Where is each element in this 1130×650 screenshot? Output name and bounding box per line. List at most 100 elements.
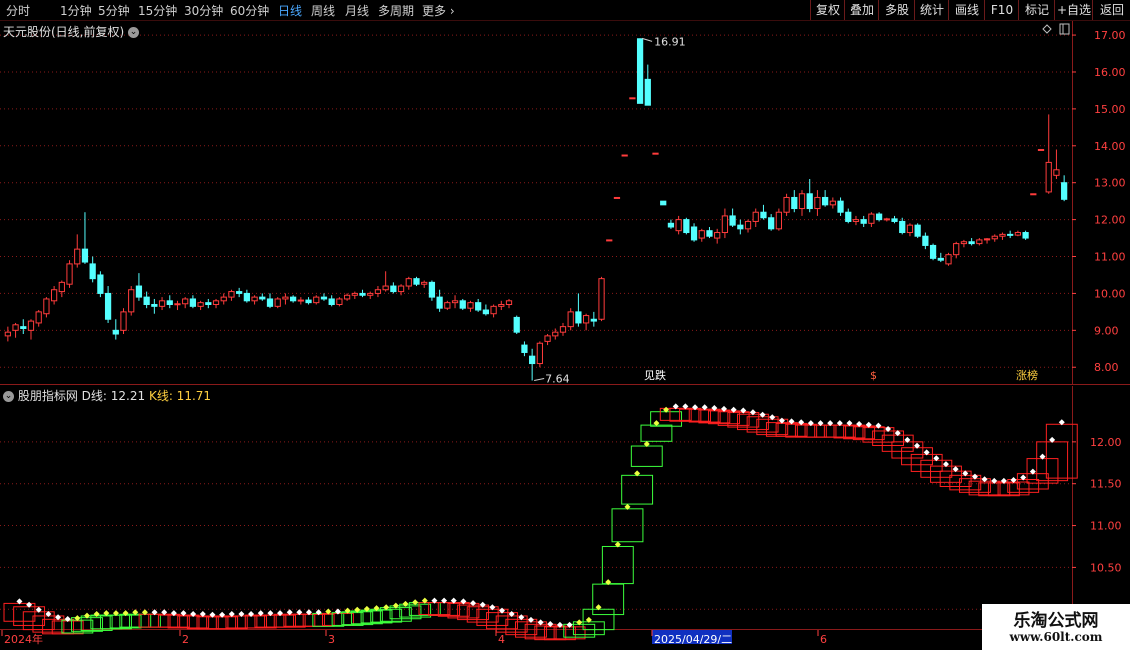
indicator-box	[312, 612, 345, 627]
candle-body	[436, 296, 443, 309]
candle-body	[983, 238, 991, 241]
candle	[390, 282, 397, 294]
candle	[251, 295, 258, 305]
candle	[860, 215, 867, 227]
candle	[590, 311, 597, 327]
candle-body	[305, 299, 312, 304]
candle	[128, 286, 135, 316]
candle	[883, 217, 890, 222]
candle	[151, 298, 158, 314]
candle	[259, 293, 266, 301]
candle	[683, 217, 690, 235]
candle-body	[752, 211, 759, 222]
candle	[228, 289, 235, 301]
indicator-box	[881, 434, 914, 452]
candle	[182, 297, 189, 309]
candle-body	[806, 193, 813, 210]
period-tab-5min[interactable]: 5分钟	[98, 2, 130, 19]
candle	[436, 289, 443, 312]
price-tick-label: 16.00	[1094, 66, 1126, 79]
candle-body	[791, 196, 798, 210]
period-tab-daily[interactable]: 日线	[278, 2, 302, 19]
period-tab-1min[interactable]: 1分钟	[60, 2, 92, 19]
price-tick-label: 17.00	[1094, 29, 1126, 42]
candle-body	[683, 219, 690, 234]
period-tab-60min[interactable]: 60分钟	[230, 2, 269, 19]
indicator-box	[640, 424, 673, 442]
candle	[97, 271, 104, 298]
diamond-icon[interactable]	[1042, 24, 1052, 34]
button-f10[interactable]: F10	[984, 0, 1019, 20]
indicator-box	[119, 613, 152, 628]
candle-body	[359, 292, 366, 296]
candle	[1014, 230, 1022, 237]
candle-body	[274, 298, 281, 307]
candle	[629, 97, 636, 100]
candle-body	[513, 316, 520, 333]
panel-menu-icon[interactable]	[1059, 23, 1070, 35]
indicator-chart[interactable]: 12.0011.5011.0010.5010.00 2024年2342025/0…	[0, 386, 1130, 650]
period-toolbar: 分时 1分钟 5分钟 15分钟 30分钟 60分钟 日线 周线 月线 多周期 更…	[0, 0, 1130, 21]
event-label-dollar[interactable]: $	[870, 369, 877, 382]
period-tab-30min[interactable]: 30分钟	[184, 2, 223, 19]
candle	[451, 295, 459, 309]
candle-body	[89, 263, 96, 280]
price-tick-label: 12.00	[1094, 214, 1126, 227]
button-overlay[interactable]: 叠加	[844, 0, 879, 20]
candle-body	[328, 298, 335, 305]
candle-body	[698, 230, 705, 239]
price-chart[interactable]: 17.00 16.00 15.00 14.00 13.00 12.00 11.00 10.00…	[0, 21, 1130, 385]
candle-body	[590, 318, 597, 322]
candle	[744, 219, 752, 233]
candle	[783, 193, 790, 216]
candle	[929, 243, 937, 261]
button-add-watchlist[interactable]: +自选	[1054, 0, 1093, 20]
indicator-name: 股朋指标网	[17, 389, 78, 403]
period-tab-monthly[interactable]: 月线	[345, 2, 369, 19]
candle	[135, 273, 143, 301]
period-tab-more[interactable]: 更多 ›	[422, 2, 455, 19]
button-draw[interactable]: 画线	[948, 0, 985, 20]
candle-body	[251, 296, 258, 302]
indicator-box	[235, 615, 268, 629]
candle	[636, 38, 644, 104]
candle-body	[660, 200, 667, 206]
candle-body	[212, 300, 220, 305]
candle-body	[976, 239, 983, 245]
price-tick-label: 15.00	[1094, 103, 1126, 116]
candle-body	[991, 235, 998, 240]
event-label-fall[interactable]: 见跌	[644, 368, 666, 382]
button-mark[interactable]: 标记	[1018, 0, 1055, 20]
chevron-down-icon[interactable]: ⌄	[128, 27, 140, 38]
candle-body	[390, 285, 397, 293]
button-back[interactable]: 返回	[1092, 0, 1130, 20]
candle-body	[559, 326, 567, 333]
button-adjust[interactable]: 复权	[810, 0, 845, 20]
high-marker: 16.91	[641, 35, 686, 48]
chevron-down-icon[interactable]: ⌄	[3, 391, 14, 402]
button-multi-stock[interactable]: 多股	[878, 0, 915, 20]
indicator-box	[794, 424, 827, 438]
indicator-box	[148, 613, 181, 628]
candle-body	[112, 329, 119, 335]
period-tab-multi[interactable]: 多周期	[378, 2, 414, 19]
indicator-box	[987, 482, 1020, 497]
period-tab-intraday[interactable]: 分时	[6, 2, 30, 19]
button-stats[interactable]: 统计	[914, 0, 949, 20]
candle-body	[1030, 193, 1037, 196]
period-tab-15min[interactable]: 15分钟	[138, 2, 177, 19]
candle	[891, 215, 898, 224]
indicator-dots	[16, 403, 1065, 628]
candle-body	[636, 38, 644, 104]
candle	[960, 239, 968, 248]
indicator-box	[669, 407, 702, 422]
candle	[189, 295, 197, 309]
candle	[968, 238, 975, 246]
event-label-rank[interactable]: 涨榜	[1016, 368, 1038, 382]
indicator-box	[302, 613, 335, 627]
candle-body	[236, 291, 243, 294]
candle-body	[259, 296, 266, 300]
period-tab-weekly[interactable]: 周线	[311, 2, 335, 19]
indicator-box	[592, 583, 625, 616]
candle	[158, 297, 166, 311]
